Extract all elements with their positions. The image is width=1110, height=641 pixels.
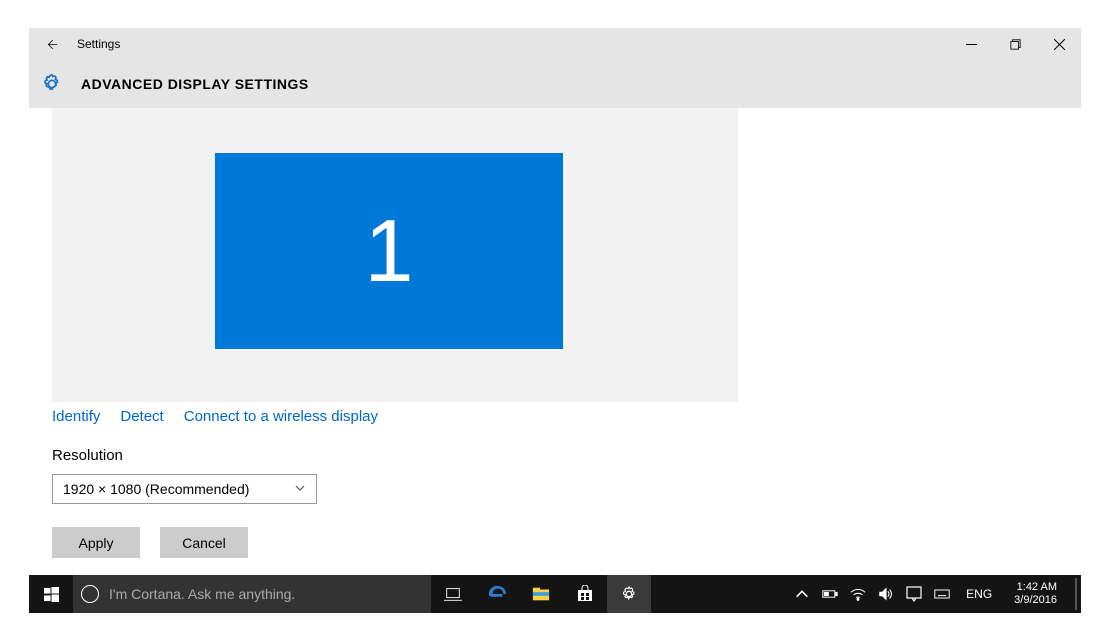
- page-title: ADVANCED DISPLAY SETTINGS: [81, 76, 309, 92]
- page-header: ADVANCED DISPLAY SETTINGS: [29, 60, 1081, 108]
- maximize-icon: [1010, 39, 1021, 50]
- tray-action-center[interactable]: [904, 586, 924, 602]
- tray-volume[interactable]: [876, 586, 896, 602]
- wireless-link[interactable]: Connect to a wireless display: [184, 408, 378, 425]
- resolution-selected-value: 1920 × 1080 (Recommended): [63, 481, 249, 497]
- apply-button[interactable]: Apply: [52, 527, 140, 558]
- chevron-up-icon: [794, 586, 810, 602]
- close-icon: [1054, 39, 1065, 50]
- search-placeholder: I'm Cortana. Ask me anything.: [109, 586, 295, 602]
- monitor-number: 1: [365, 200, 414, 302]
- tray-language[interactable]: ENG: [960, 587, 998, 601]
- minimize-button[interactable]: [949, 28, 993, 60]
- cancel-button[interactable]: Cancel: [160, 527, 248, 558]
- cortana-search[interactable]: I'm Cortana. Ask me anything.: [73, 575, 431, 613]
- back-arrow-icon: [44, 37, 59, 52]
- show-desktop-button[interactable]: [1075, 578, 1077, 610]
- minimize-icon: [966, 39, 977, 50]
- tray-wifi[interactable]: [848, 586, 868, 602]
- windows-logo-icon: [44, 587, 59, 602]
- battery-icon: [822, 586, 838, 602]
- action-buttons: Apply Cancel: [52, 527, 248, 558]
- window-titlebar: Settings: [29, 28, 1081, 60]
- task-view-button[interactable]: [431, 575, 475, 613]
- tray-overflow[interactable]: [792, 586, 812, 602]
- store-icon: [576, 585, 594, 603]
- system-tray: ENG 1:42 AM 3/9/2016: [792, 575, 1081, 613]
- taskbar-app-edge[interactable]: [475, 575, 519, 613]
- gear-icon: [620, 585, 638, 603]
- keyboard-icon: [934, 586, 950, 602]
- tray-clock[interactable]: 1:42 AM 3/9/2016: [1006, 581, 1065, 607]
- edge-icon: [488, 585, 506, 603]
- display-action-links: Identify Detect Connect to a wireless di…: [52, 408, 378, 425]
- wifi-icon: [850, 586, 866, 602]
- notification-icon: [906, 586, 922, 602]
- identify-link[interactable]: Identify: [52, 408, 100, 425]
- tray-battery[interactable]: [820, 586, 840, 602]
- taskbar-app-settings[interactable]: [607, 575, 651, 613]
- chevron-down-icon: [294, 481, 306, 497]
- close-button[interactable]: [1037, 28, 1081, 60]
- start-button[interactable]: [29, 575, 73, 613]
- back-button[interactable]: [29, 28, 73, 60]
- clock-time: 1:42 AM: [1014, 581, 1057, 594]
- taskbar: I'm Cortana. Ask me anything. ENG 1:42 A…: [29, 575, 1081, 613]
- taskbar-app-explorer[interactable]: [519, 575, 563, 613]
- detect-link[interactable]: Detect: [120, 408, 163, 425]
- folder-icon: [532, 585, 550, 603]
- resolution-label: Resolution: [52, 447, 123, 464]
- cortana-icon: [81, 585, 99, 603]
- tray-keyboard[interactable]: [932, 586, 952, 602]
- monitor-1[interactable]: 1: [215, 153, 563, 349]
- taskbar-app-store[interactable]: [563, 575, 607, 613]
- display-preview-panel: 1: [52, 108, 738, 402]
- settings-gear-icon: [41, 73, 63, 95]
- clock-date: 3/9/2016: [1014, 594, 1057, 607]
- task-view-icon: [444, 585, 462, 603]
- volume-icon: [878, 586, 894, 602]
- maximize-button[interactable]: [993, 28, 1037, 60]
- taskbar-pinned-apps: [431, 575, 651, 613]
- resolution-select[interactable]: 1920 × 1080 (Recommended): [52, 474, 317, 504]
- window-title: Settings: [77, 37, 120, 51]
